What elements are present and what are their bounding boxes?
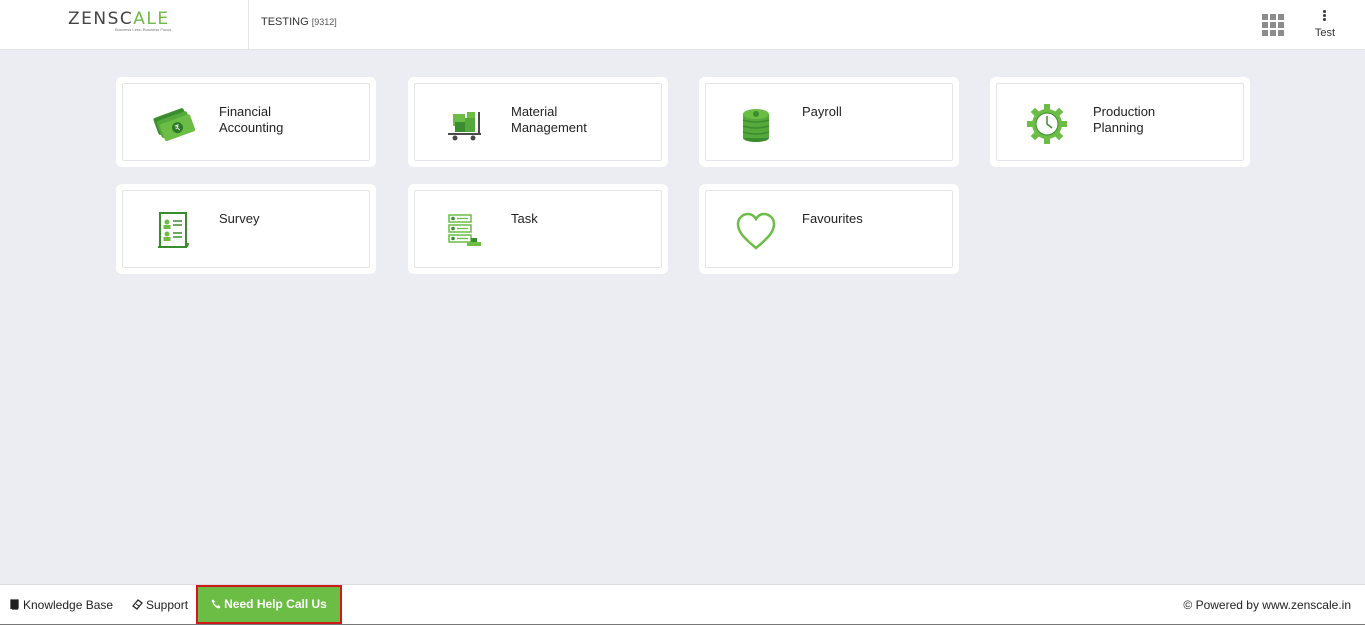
heart-icon bbox=[736, 212, 776, 250]
module-card: Material Management bbox=[414, 83, 662, 161]
module-card: Survey bbox=[122, 190, 370, 268]
logo-tagline: Business Less. Business Focus. bbox=[115, 27, 173, 32]
module-label: Material Management bbox=[511, 104, 587, 135]
powered-by-text: © Powered by www.zenscale.in bbox=[1183, 598, 1351, 612]
module-card: Payroll bbox=[705, 83, 953, 161]
module-label: Task bbox=[511, 211, 538, 226]
ticket-icon bbox=[132, 599, 143, 610]
module-label: Payroll bbox=[802, 104, 842, 119]
module-tile-payroll[interactable]: Payroll bbox=[699, 77, 959, 167]
module-tile-financial-accounting[interactable]: ₹ Financial Accounting bbox=[116, 77, 376, 167]
task-list-icon bbox=[448, 214, 481, 246]
module-label: Favourites bbox=[802, 211, 863, 226]
module-tile-favourites[interactable]: Favourites bbox=[699, 184, 959, 274]
money-icon: ₹ bbox=[153, 108, 195, 142]
company-title: TESTING [9312] bbox=[261, 16, 337, 28]
company-code: [9312] bbox=[311, 17, 337, 27]
module-label: Production Planning bbox=[1093, 104, 1156, 135]
knowledge-base-link[interactable]: Knowledge Base bbox=[9, 598, 113, 612]
gear-clock-icon bbox=[1027, 104, 1067, 144]
module-label: Financial Accounting bbox=[219, 104, 284, 135]
phone-icon bbox=[211, 599, 221, 609]
module-card: Favourites bbox=[705, 190, 953, 268]
header-divider bbox=[248, 0, 249, 50]
need-help-call-button[interactable]: Need Help Call Us bbox=[196, 585, 342, 624]
coins-icon bbox=[742, 109, 770, 142]
grid-icon[interactable] bbox=[1262, 14, 1284, 36]
support-link[interactable]: Support bbox=[132, 598, 188, 612]
trolley-icon bbox=[448, 112, 481, 141]
user-menu[interactable]: Test bbox=[1306, 6, 1344, 42]
book-icon bbox=[10, 599, 19, 610]
module-tile-material-management[interactable]: Material Management bbox=[408, 77, 668, 167]
module-tile-survey[interactable]: Survey bbox=[116, 184, 376, 274]
module-card: Production Planning bbox=[996, 83, 1244, 161]
module-tile-production-planning[interactable]: Production Planning bbox=[990, 77, 1250, 167]
user-name: Test bbox=[1314, 27, 1336, 39]
module-label: Survey bbox=[219, 211, 260, 226]
footer-bar: Knowledge Base Support Need Help Call Us… bbox=[0, 584, 1365, 625]
logo-wordmark: ZENSCALE bbox=[68, 9, 170, 29]
company-name: TESTING bbox=[261, 16, 309, 28]
kebab-icon bbox=[1323, 10, 1326, 22]
module-tile-task[interactable]: Task bbox=[408, 184, 668, 274]
top-header: ZENSCALE Business Less. Business Focus. … bbox=[0, 0, 1365, 50]
survey-doc-icon bbox=[158, 212, 189, 248]
module-card: ₹ Financial Accounting bbox=[122, 83, 370, 161]
module-card: Task bbox=[414, 190, 662, 268]
zenscale-logo[interactable]: ZENSCALE Business Less. Business Focus. bbox=[68, 9, 180, 39]
